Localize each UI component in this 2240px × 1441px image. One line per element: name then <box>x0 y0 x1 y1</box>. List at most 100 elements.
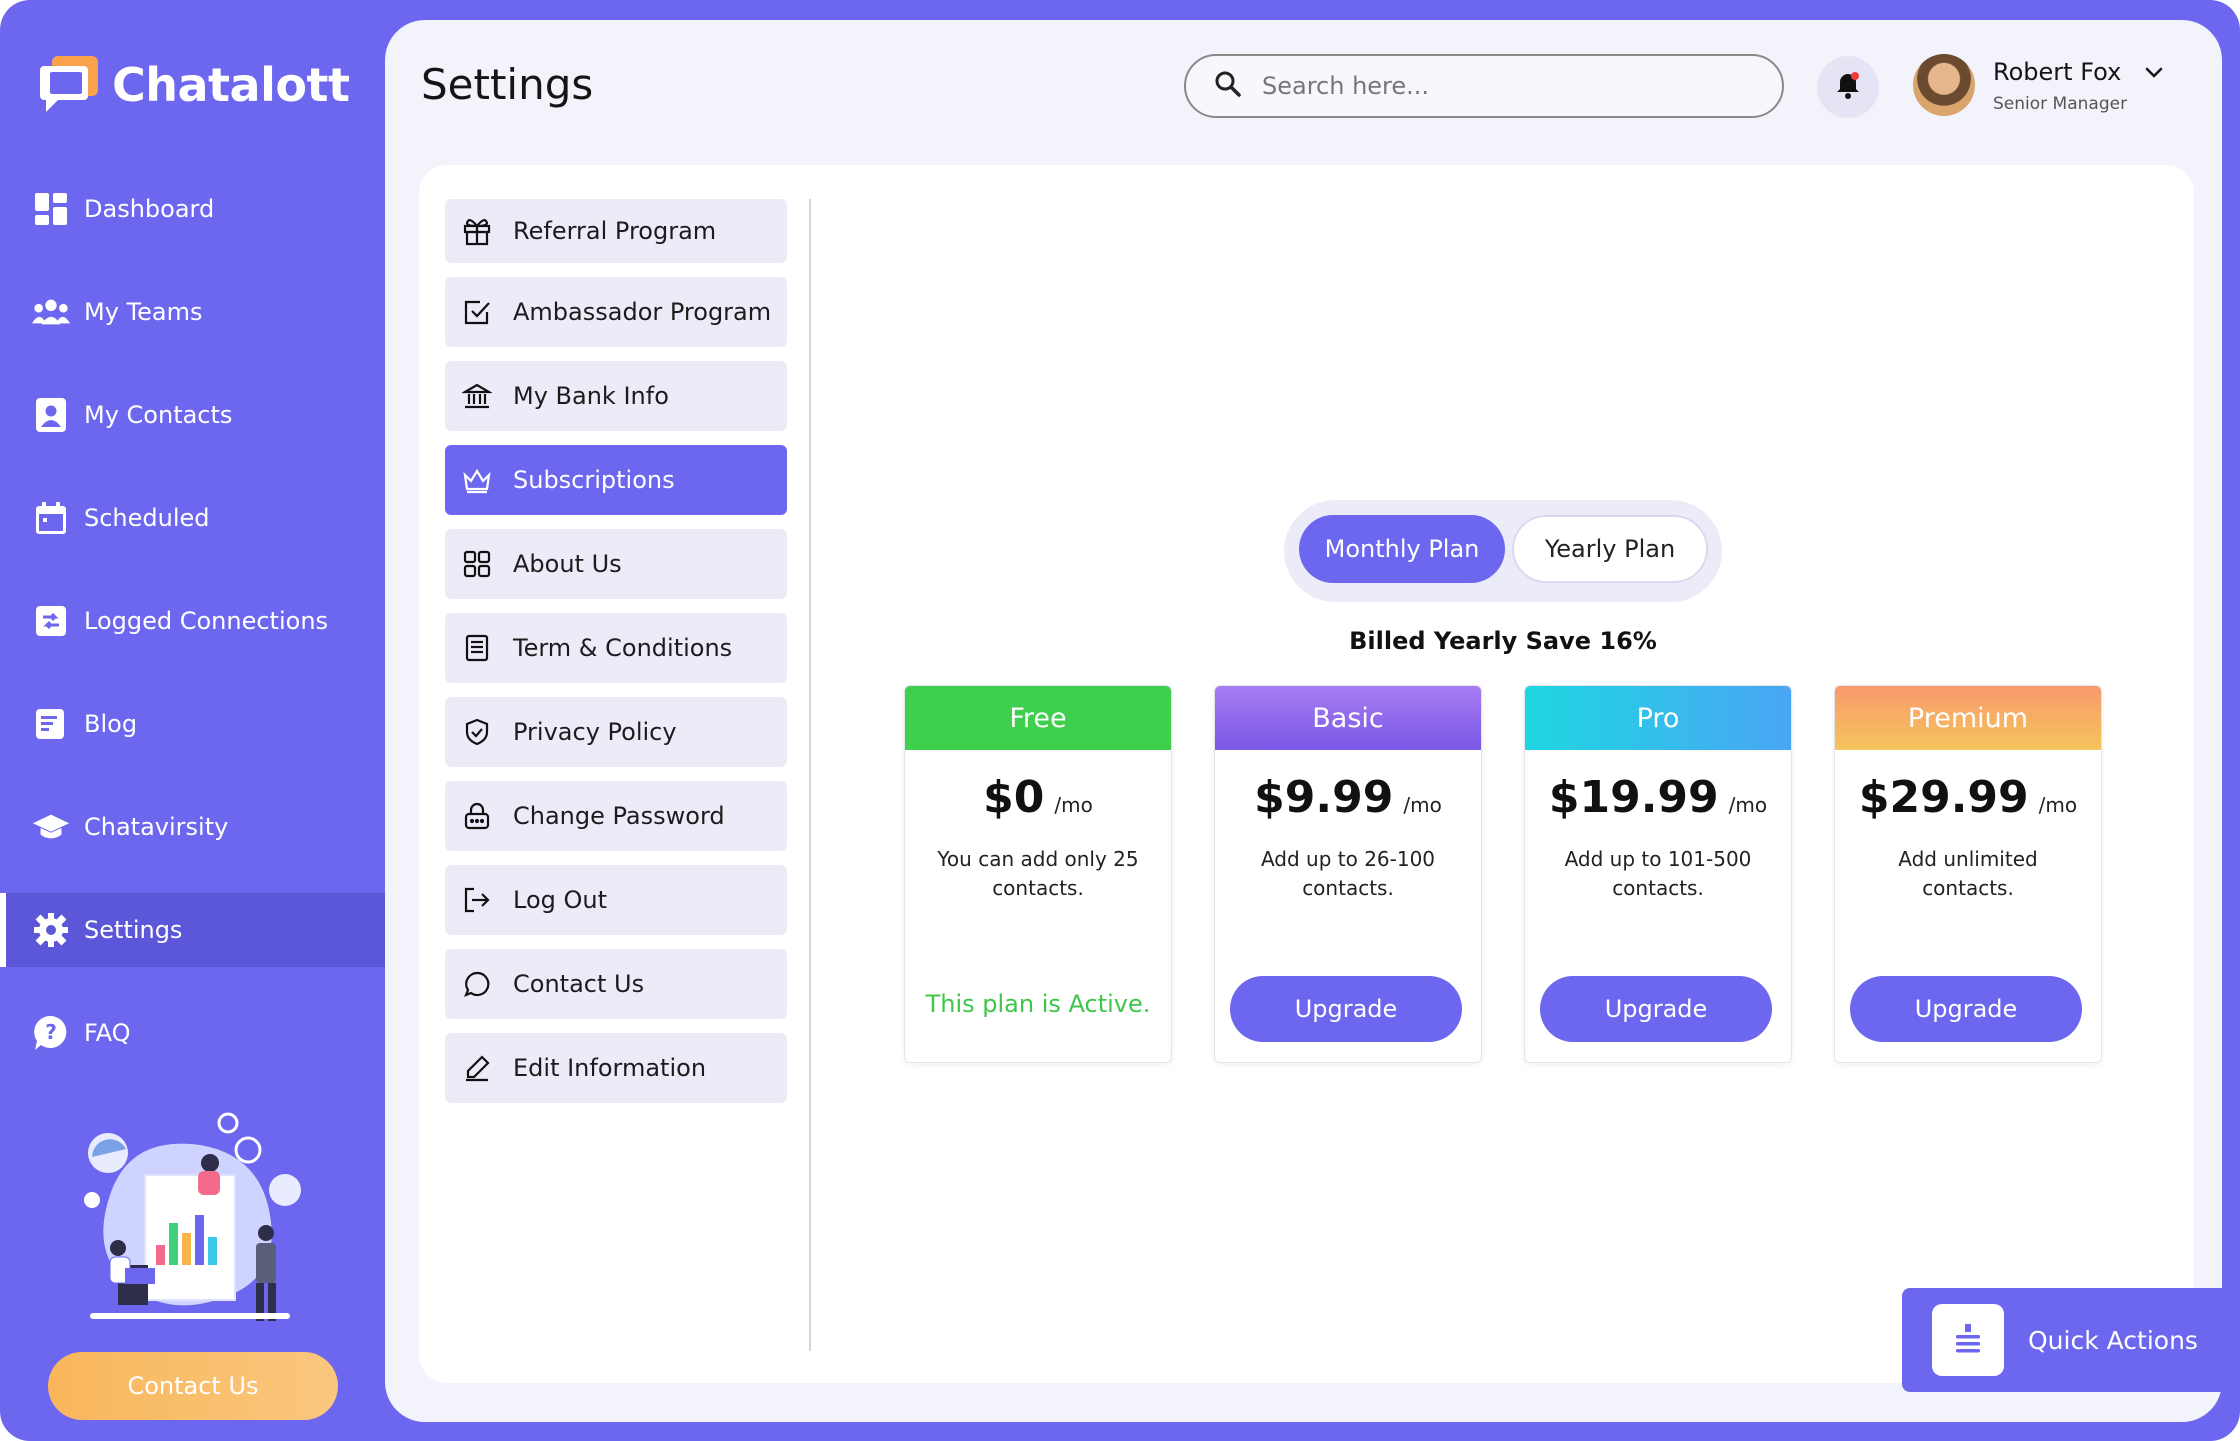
user-role: Senior Manager <box>1993 94 2128 114</box>
billing-note: Billed Yearly Save 16% <box>1349 627 1657 655</box>
crown-icon <box>459 462 495 498</box>
shield-icon <box>459 714 495 750</box>
menu-divider <box>809 199 811 1351</box>
svg-text:?: ? <box>45 1020 57 1044</box>
plan-description: Add up to 101-500 contacts. <box>1564 847 1752 900</box>
brand-name: Chatalott <box>112 58 350 112</box>
connections-icon <box>32 602 70 640</box>
sidebar-item-label: Blog <box>84 710 138 738</box>
monthly-plan-toggle[interactable]: Monthly Plan <box>1299 515 1505 583</box>
settings-content-card: Referral Program Ambassador Program My B… <box>419 165 2194 1383</box>
sidebar-item-faq[interactable]: ? FAQ <box>0 996 385 1070</box>
user-profile[interactable]: Robert Fox Senior Manager <box>1913 54 2173 120</box>
settings-item-my-bank-info[interactable]: My Bank Info <box>445 361 787 431</box>
plan-description: You can add only 25 contacts. <box>937 847 1139 900</box>
page-title: Settings <box>421 60 594 109</box>
settings-item-label: Referral Program <box>513 217 717 245</box>
quick-actions-label: Quick Actions <box>2028 1325 2198 1355</box>
settings-item-label: Subscriptions <box>513 466 675 494</box>
plan-price-amount: $9.99 <box>1254 772 1394 823</box>
sidebar-item-chatavirsity[interactable]: Chatavirsity <box>0 790 385 864</box>
plan-price-amount: $19.99 <box>1548 772 1719 823</box>
plan-card-pro: Pro $19.99/mo Add up to 101-500 contacts… <box>1524 685 1792 1063</box>
settings-item-contact-us[interactable]: Contact Us <box>445 949 787 1019</box>
notification-button[interactable] <box>1817 56 1879 118</box>
settings-item-privacy-policy[interactable]: Privacy Policy <box>445 697 787 767</box>
settings-item-label: About Us <box>513 550 622 578</box>
plan-price: $9.99/mo <box>1215 772 1481 823</box>
plan-name: Pro <box>1525 686 1791 750</box>
plan-price-period: /mo <box>1054 793 1093 817</box>
sidebar-item-label: Settings <box>84 916 183 944</box>
search-bar[interactable] <box>1184 54 1784 118</box>
settings-item-edit-information[interactable]: Edit Information <box>445 1033 787 1103</box>
quick-actions-button[interactable]: Quick Actions <box>1902 1288 2240 1392</box>
sidebar-item-label: Chatavirsity <box>84 813 229 841</box>
settings-item-subscriptions[interactable]: Subscriptions <box>445 445 787 515</box>
plan-price-amount: $29.99 <box>1858 772 2029 823</box>
settings-item-label: Edit Information <box>513 1054 707 1082</box>
settings-item-log-out[interactable]: Log Out <box>445 865 787 935</box>
sidebar-item-settings[interactable]: Settings <box>0 893 385 967</box>
pencil-icon <box>459 1050 495 1086</box>
document-icon <box>459 630 495 666</box>
settings-item-label: Contact Us <box>513 970 645 998</box>
search-input[interactable] <box>1262 72 1722 100</box>
lock-icon <box>459 798 495 834</box>
sidebar-item-label: FAQ <box>84 1019 131 1047</box>
chevron-down-icon[interactable] <box>2143 62 2165 88</box>
settings-item-label: Log Out <box>513 886 608 914</box>
sidebar-item-dashboard[interactable]: Dashboard <box>0 172 385 246</box>
plan-toggle: Monthly Plan Yearly Plan <box>1284 500 1722 602</box>
plan-price-period: /mo <box>2038 793 2078 817</box>
plan-price: $19.99/mo <box>1525 772 1791 823</box>
plan-card-premium: Premium $29.99/mo Add unlimited contacts… <box>1834 685 2102 1063</box>
settings-item-term-conditions[interactable]: Term & Conditions <box>445 613 787 683</box>
sidebar-illustration <box>70 1105 310 1335</box>
settings-item-label: Ambassador Program <box>513 298 772 326</box>
contacts-icon <box>32 396 70 434</box>
upgrade-button-pro[interactable]: Upgrade <box>1540 976 1772 1042</box>
yearly-plan-toggle[interactable]: Yearly Plan <box>1512 515 1708 583</box>
settings-item-change-password[interactable]: Change Password <box>445 781 787 851</box>
plan-card-basic: Basic $9.99/mo Add up to 26-100 contacts… <box>1214 685 1482 1063</box>
settings-item-label: Privacy Policy <box>513 718 677 746</box>
plan-card-free: Free $0/mo You can add only 25 contacts.… <box>904 685 1172 1063</box>
logo-icon <box>40 54 102 116</box>
plan-name: Free <box>905 686 1171 750</box>
graduation-cap-icon <box>32 808 70 846</box>
plan-price-period: /mo <box>1403 793 1442 817</box>
calendar-icon <box>32 499 70 537</box>
upgrade-button-basic[interactable]: Upgrade <box>1230 976 1462 1042</box>
sidebar-item-label: Logged Connections <box>84 607 329 635</box>
plan-price: $29.99/mo <box>1835 772 2101 823</box>
bell-icon <box>1833 70 1863 104</box>
plan-price: $0/mo <box>905 772 1171 823</box>
sidebar-item-my-teams[interactable]: My Teams <box>0 275 385 349</box>
sidebar-contact-button[interactable]: Contact Us <box>48 1352 338 1420</box>
chat-icon <box>459 966 495 1002</box>
sidebar-item-my-contacts[interactable]: My Contacts <box>0 378 385 452</box>
settings-item-label: Term & Conditions <box>513 634 733 662</box>
list-icon <box>1932 1304 2004 1376</box>
settings-item-about-us[interactable]: About Us <box>445 529 787 599</box>
settings-item-referral-program[interactable]: Referral Program <box>445 199 787 263</box>
settings-item-ambassador-program[interactable]: Ambassador Program <box>445 277 787 347</box>
teams-icon <box>32 293 70 331</box>
plan-active-status: This plan is Active. <box>925 990 1151 1018</box>
plan-description: Add unlimited contacts. <box>1898 847 2038 900</box>
main-panel: Settings Robert Fox Senior Manager <box>385 20 2222 1422</box>
sidebar-item-scheduled[interactable]: Scheduled <box>0 481 385 555</box>
brand-logo[interactable]: Chatalott <box>40 50 350 120</box>
sidebar-item-logged-connections[interactable]: Logged Connections <box>0 584 385 658</box>
gift-icon <box>459 213 495 249</box>
sidebar-item-blog[interactable]: Blog <box>0 687 385 761</box>
grid-icon <box>459 546 495 582</box>
plan-price-period: /mo <box>1728 793 1768 817</box>
dashboard-icon <box>32 190 70 228</box>
sidebar-item-label: Scheduled <box>84 504 210 532</box>
blog-icon <box>32 705 70 743</box>
app-frame: Chatalott Dashboard My Teams My Contacts <box>0 0 2240 1441</box>
question-icon: ? <box>32 1014 70 1052</box>
upgrade-button-premium[interactable]: Upgrade <box>1850 976 2082 1042</box>
